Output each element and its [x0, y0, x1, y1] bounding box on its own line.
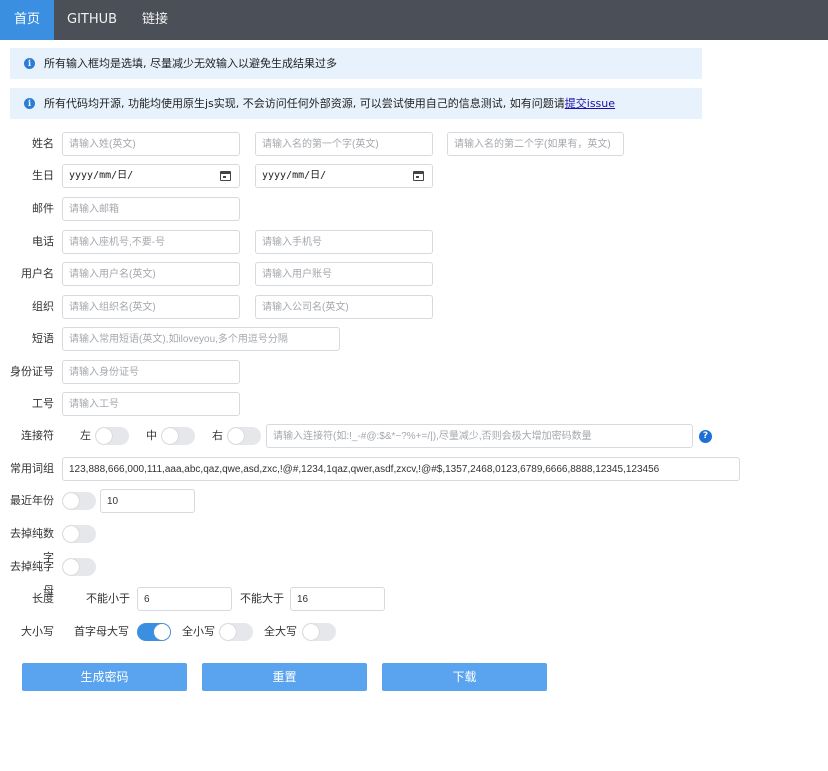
org-input[interactable]: [62, 295, 240, 319]
remove-digits-toggle[interactable]: [62, 525, 96, 543]
date-text: yyyy/mm/日/: [69, 170, 134, 181]
calendar-icon[interactable]: [413, 171, 424, 181]
nav-links[interactable]: 链接: [142, 0, 168, 40]
length-max-input[interactable]: [290, 587, 385, 611]
info-icon: i: [24, 98, 35, 109]
help-icon[interactable]: ?: [699, 430, 712, 443]
first-name-1-input[interactable]: [255, 132, 433, 156]
connector-middle-label: 中: [146, 429, 157, 442]
connector-right-label: 右: [212, 429, 223, 442]
email-input[interactable]: [62, 197, 240, 221]
name-label: 姓名: [32, 137, 54, 150]
generate-button[interactable]: 生成密码: [22, 663, 187, 691]
info-icon: i: [24, 58, 35, 69]
mobile-input[interactable]: [255, 230, 433, 254]
nav-github[interactable]: GITHUB: [67, 0, 117, 40]
connector-left-toggle[interactable]: [95, 427, 129, 445]
first-name-2-input[interactable]: [447, 132, 624, 156]
phone-label: 电话: [32, 235, 54, 248]
connector-right-toggle[interactable]: [227, 427, 261, 445]
last-name-input[interactable]: [62, 132, 240, 156]
account-input[interactable]: [255, 262, 433, 286]
lowercase-label: 全小写: [182, 625, 215, 638]
calendar-icon[interactable]: [220, 171, 231, 181]
phrase-input[interactable]: [62, 327, 340, 351]
phrase-label: 短语: [32, 332, 54, 345]
lowercase-toggle[interactable]: [219, 623, 253, 641]
company-input[interactable]: [255, 295, 433, 319]
case-label: 大小写: [21, 625, 54, 638]
employee-input[interactable]: [62, 392, 240, 416]
username-label: 用户名: [21, 267, 54, 280]
length-label: 长度: [32, 592, 54, 605]
uppercase-label: 全大写: [264, 625, 297, 638]
toggle-knob: [154, 624, 170, 640]
birthday-date-1[interactable]: yyyy/mm/日/: [62, 164, 240, 188]
capitalize-label: 首字母大写: [74, 625, 129, 638]
idcard-input[interactable]: [62, 360, 240, 384]
email-label: 邮件: [32, 202, 54, 215]
download-button[interactable]: 下载: [382, 663, 547, 691]
birthday-date-2[interactable]: yyyy/mm/日/: [255, 164, 433, 188]
username-input[interactable]: [62, 262, 240, 286]
connector-left-label: 左: [80, 429, 91, 442]
remove-letters-toggle[interactable]: [62, 558, 96, 576]
toggle-knob: [303, 624, 319, 640]
toggle-knob: [228, 428, 244, 444]
toggle-knob: [63, 526, 79, 542]
remove-letters-label: 去掉纯字母: [10, 560, 54, 597]
connector-input[interactable]: [266, 424, 693, 448]
notice-text: 所有代码均开源, 功能均使用原生js实现, 不会访问任何外部资源, 可以尝试使用…: [44, 97, 565, 110]
remove-digits-label: 去掉纯数字: [10, 527, 54, 564]
length-min-input[interactable]: [137, 587, 232, 611]
org-label: 组织: [32, 300, 54, 313]
recent-years-label: 最近年份: [10, 494, 54, 507]
toggle-knob: [220, 624, 236, 640]
reset-button[interactable]: 重置: [202, 663, 367, 691]
notice-optional-inputs: i 所有输入框均是选填, 尽量减少无效输入以避免生成结果过多: [10, 48, 702, 79]
connector-middle-toggle[interactable]: [161, 427, 195, 445]
uppercase-toggle[interactable]: [302, 623, 336, 641]
connector-label: 连接符: [21, 429, 54, 442]
common-words-label: 常用词组: [10, 462, 54, 475]
nav-home[interactable]: 首页: [0, 0, 54, 40]
capitalize-toggle[interactable]: [137, 623, 171, 641]
toggle-knob: [63, 559, 79, 575]
notice-open-source: i 所有代码均开源, 功能均使用原生js实现, 不会访问任何外部资源, 可以尝试…: [10, 88, 702, 119]
toggle-knob: [96, 428, 112, 444]
common-words-input[interactable]: [62, 457, 740, 481]
toggle-knob: [162, 428, 178, 444]
employee-label: 工号: [32, 397, 54, 410]
birthday-label: 生日: [32, 169, 54, 182]
idcard-label: 身份证号: [10, 365, 54, 378]
toggle-knob: [63, 493, 79, 509]
top-navbar: 首页 GITHUB 链接: [0, 0, 828, 40]
recent-years-toggle[interactable]: [62, 492, 96, 510]
length-max-label: 不能大于: [240, 592, 284, 605]
date-text: yyyy/mm/日/: [262, 170, 327, 181]
notice-text: 所有输入框均是选填, 尽量减少无效输入以避免生成结果过多: [44, 57, 337, 70]
recent-years-input[interactable]: [100, 489, 195, 513]
length-min-label: 不能小于: [86, 592, 130, 605]
landline-input[interactable]: [62, 230, 240, 254]
submit-issue-link[interactable]: 提交issue: [565, 97, 615, 110]
